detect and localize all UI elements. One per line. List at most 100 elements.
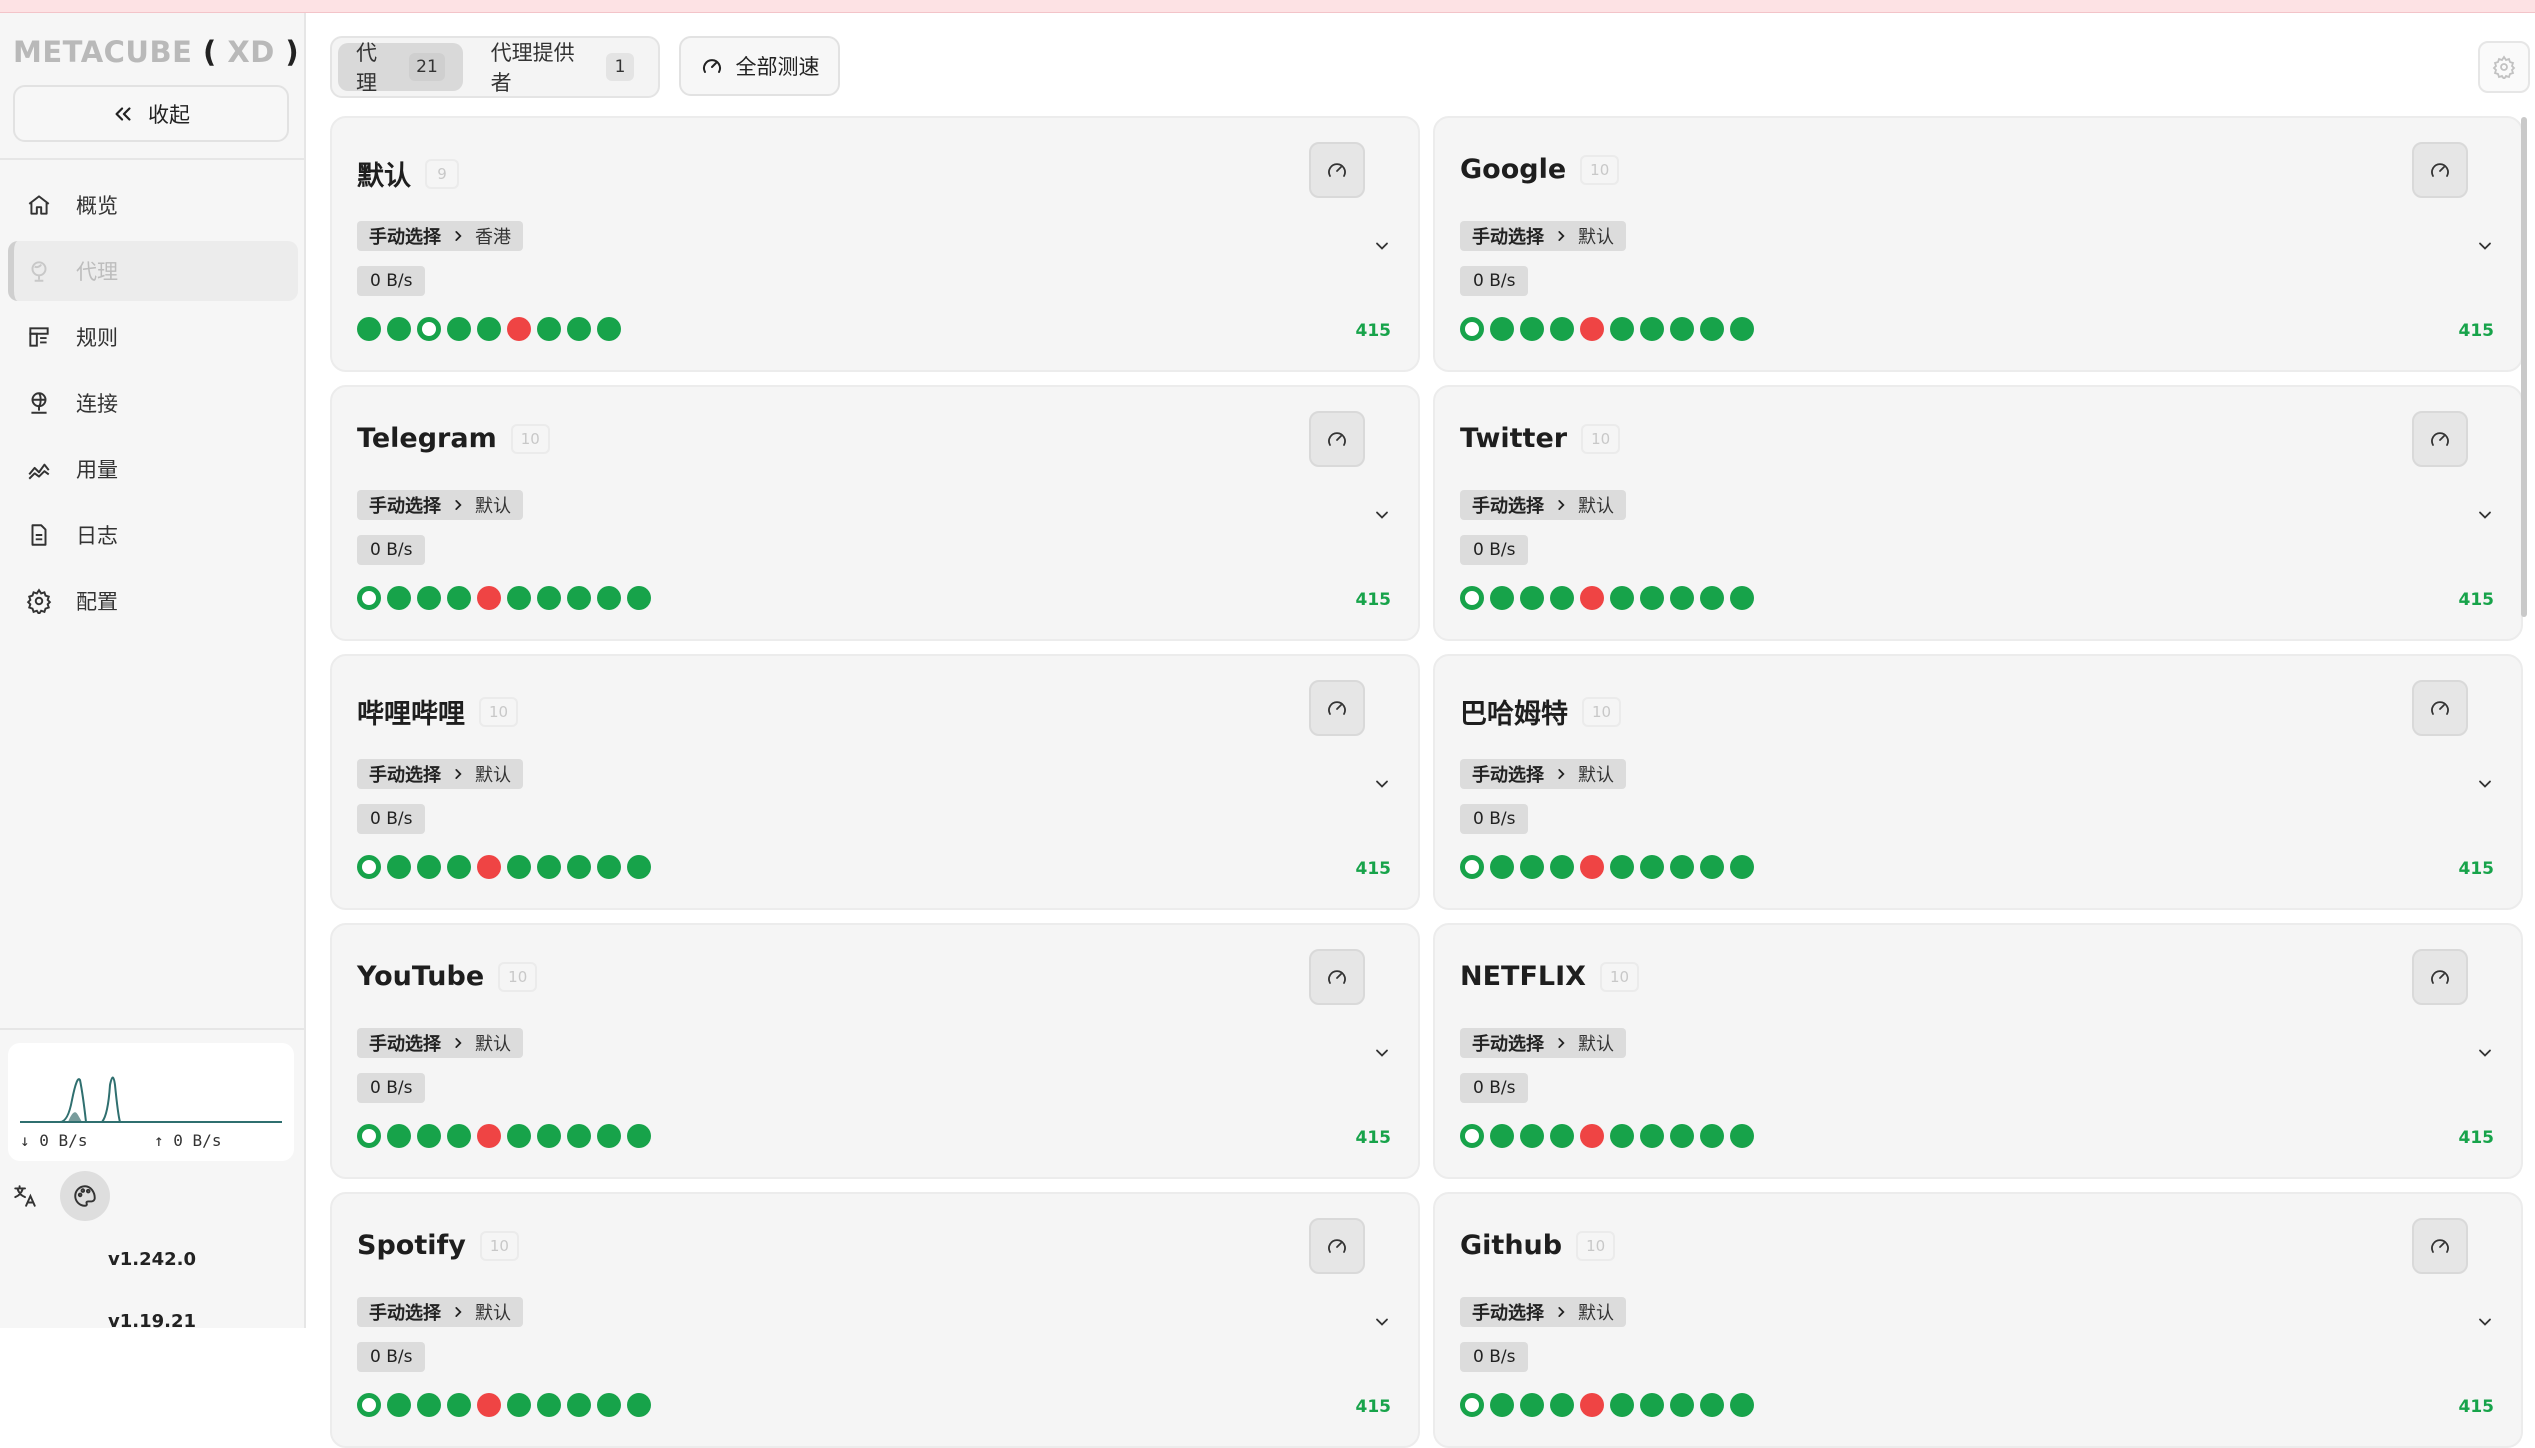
proxy-status-dot[interactable] — [1730, 317, 1754, 341]
proxy-status-dot[interactable] — [1730, 586, 1754, 610]
proxy-status-dot[interactable] — [387, 1393, 411, 1417]
collapse-button[interactable]: 收起 — [13, 85, 289, 142]
proxy-status-dot[interactable] — [1610, 1393, 1634, 1417]
proxy-status-dot[interactable] — [1670, 1393, 1694, 1417]
proxy-status-dot[interactable] — [1610, 586, 1634, 610]
proxy-status-dot[interactable] — [567, 586, 591, 610]
proxy-status-dot[interactable] — [477, 855, 501, 879]
group-test-button[interactable] — [1309, 949, 1365, 1005]
chevron-down-icon[interactable] — [2475, 236, 2495, 256]
proxy-status-dot[interactable] — [1640, 586, 1664, 610]
proxy-status-dot[interactable] — [357, 317, 381, 341]
tab-proxies[interactable]: 代理 21 — [338, 41, 463, 95]
group-test-button[interactable] — [1309, 1218, 1365, 1274]
proxy-status-dot[interactable] — [1550, 1124, 1574, 1148]
scrollbar[interactable] — [2521, 117, 2527, 617]
proxy-status-dot[interactable] — [417, 855, 441, 879]
proxy-group-card[interactable]: 哔哩哔哩 10 手动选择 默认 0 B/s 415 — [330, 654, 1420, 910]
sidebar-item-overview[interactable]: 概览 — [8, 175, 298, 235]
proxy-status-dot[interactable] — [447, 1393, 471, 1417]
proxy-status-dot[interactable] — [1610, 317, 1634, 341]
proxy-status-dot[interactable] — [507, 317, 531, 341]
proxy-status-dot[interactable] — [1460, 586, 1484, 610]
proxy-status-dot[interactable] — [1520, 1393, 1544, 1417]
proxy-status-dot[interactable] — [447, 586, 471, 610]
proxy-status-dot[interactable] — [1490, 317, 1514, 341]
proxy-status-dot[interactable] — [1700, 1124, 1724, 1148]
proxy-status-dot[interactable] — [507, 586, 531, 610]
proxy-status-dot[interactable] — [1580, 317, 1604, 341]
proxy-status-dot[interactable] — [1550, 855, 1574, 879]
proxy-status-dot[interactable] — [1460, 317, 1484, 341]
sidebar-item-rules[interactable]: 规则 — [8, 307, 298, 367]
proxy-status-dot[interactable] — [627, 586, 651, 610]
proxy-status-dot[interactable] — [357, 586, 381, 610]
settings-button[interactable] — [2478, 41, 2530, 93]
proxy-status-dot[interactable] — [357, 1124, 381, 1148]
tab-providers[interactable]: 代理提供者 1 — [473, 41, 652, 95]
group-test-button[interactable] — [1309, 142, 1365, 198]
sidebar-item-logs[interactable]: 日志 — [8, 505, 298, 565]
proxy-status-dot[interactable] — [1550, 317, 1574, 341]
proxy-status-dot[interactable] — [1730, 1393, 1754, 1417]
proxy-status-dot[interactable] — [1460, 1393, 1484, 1417]
chevron-down-icon[interactable] — [1372, 1312, 1392, 1332]
proxy-status-dot[interactable] — [1610, 855, 1634, 879]
chevron-down-icon[interactable] — [1372, 505, 1392, 525]
proxy-status-dot[interactable] — [1640, 855, 1664, 879]
proxy-group-card[interactable]: 默认 9 手动选择 香港 0 B/s 415 — [330, 116, 1420, 372]
proxy-group-card[interactable]: NETFLIX 10 手动选择 默认 0 B/s 415 — [1433, 923, 2523, 1179]
group-test-button[interactable] — [1309, 411, 1365, 467]
group-test-button[interactable] — [2412, 1218, 2468, 1274]
proxy-group-card[interactable]: Google 10 手动选择 默认 0 B/s 415 — [1433, 116, 2523, 372]
chevron-down-icon[interactable] — [1372, 236, 1392, 256]
proxy-status-dot[interactable] — [447, 317, 471, 341]
proxy-status-dot[interactable] — [537, 586, 561, 610]
proxy-status-dot[interactable] — [1670, 855, 1694, 879]
proxy-status-dot[interactable] — [357, 1393, 381, 1417]
proxy-status-dot[interactable] — [567, 855, 591, 879]
proxy-status-dot[interactable] — [627, 1393, 651, 1417]
proxy-status-dot[interactable] — [627, 855, 651, 879]
proxy-status-dot[interactable] — [417, 1124, 441, 1148]
proxy-status-dot[interactable] — [597, 317, 621, 341]
sidebar-item-connections[interactable]: 连接 — [8, 373, 298, 433]
proxy-status-dot[interactable] — [1520, 1124, 1544, 1148]
proxy-status-dot[interactable] — [567, 317, 591, 341]
proxy-group-card[interactable]: Telegram 10 手动选择 默认 0 B/s 415 — [330, 385, 1420, 641]
proxy-status-dot[interactable] — [477, 317, 501, 341]
proxy-status-dot[interactable] — [417, 1393, 441, 1417]
proxy-status-dot[interactable] — [1670, 1124, 1694, 1148]
proxy-status-dot[interactable] — [507, 1124, 531, 1148]
proxy-status-dot[interactable] — [357, 855, 381, 879]
proxy-status-dot[interactable] — [597, 586, 621, 610]
proxy-status-dot[interactable] — [1580, 1393, 1604, 1417]
proxy-status-dot[interactable] — [1520, 317, 1544, 341]
proxy-status-dot[interactable] — [1700, 586, 1724, 610]
group-test-button[interactable] — [2412, 142, 2468, 198]
proxy-status-dot[interactable] — [1520, 855, 1544, 879]
proxy-status-dot[interactable] — [1700, 317, 1724, 341]
sidebar-item-proxies[interactable]: 代理 — [8, 241, 298, 301]
proxy-group-card[interactable]: Spotify 10 手动选择 默认 0 B/s 415 — [330, 1192, 1420, 1448]
proxy-status-dot[interactable] — [1580, 855, 1604, 879]
proxy-status-dot[interactable] — [1640, 317, 1664, 341]
proxy-status-dot[interactable] — [387, 586, 411, 610]
chevron-down-icon[interactable] — [2475, 1043, 2495, 1063]
proxy-status-dot[interactable] — [447, 855, 471, 879]
proxy-status-dot[interactable] — [1580, 586, 1604, 610]
chevron-down-icon[interactable] — [2475, 1312, 2495, 1332]
sidebar-item-config[interactable]: 配置 — [8, 571, 298, 631]
proxy-status-dot[interactable] — [1490, 855, 1514, 879]
proxy-status-dot[interactable] — [537, 1393, 561, 1417]
proxy-group-card[interactable]: Github 10 手动选择 默认 0 B/s 415 — [1433, 1192, 2523, 1448]
proxy-status-dot[interactable] — [387, 1124, 411, 1148]
group-test-button[interactable] — [2412, 949, 2468, 1005]
proxy-group-card[interactable]: YouTube 10 手动选择 默认 0 B/s 415 — [330, 923, 1420, 1179]
proxy-status-dot[interactable] — [1670, 586, 1694, 610]
proxy-status-dot[interactable] — [597, 1393, 621, 1417]
translate-icon[interactable] — [12, 1183, 38, 1209]
proxy-status-dot[interactable] — [1730, 1124, 1754, 1148]
proxy-status-dot[interactable] — [477, 586, 501, 610]
theme-button[interactable] — [60, 1171, 110, 1221]
